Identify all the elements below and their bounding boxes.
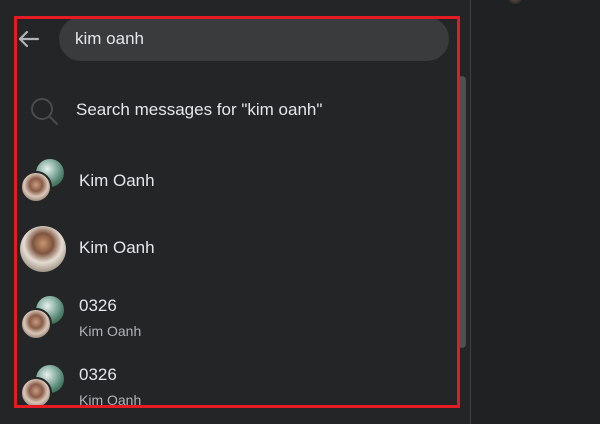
search-input[interactable] bbox=[75, 29, 449, 49]
avatar bbox=[20, 377, 52, 409]
result-name: 0326 bbox=[79, 296, 117, 315]
conversation-panel bbox=[471, 0, 600, 424]
result-name: Kim Oanh bbox=[79, 171, 155, 190]
arrow-left-icon bbox=[18, 30, 40, 48]
search-result-row[interactable]: Kim Oanh bbox=[16, 151, 456, 213]
result-subtitle: Kim Oanh bbox=[79, 323, 142, 339]
back-button[interactable] bbox=[14, 25, 44, 53]
scrollbar[interactable] bbox=[458, 76, 466, 348]
search-field[interactable] bbox=[59, 17, 449, 61]
list-clip bbox=[14, 408, 460, 424]
result-name: Kim Oanh bbox=[79, 238, 155, 257]
search-icon bbox=[31, 98, 58, 125]
avatar bbox=[20, 226, 66, 272]
search-result-row[interactable]: 0326 Kim Oanh bbox=[16, 288, 456, 350]
search-messages-option[interactable]: Search messages for "kim oanh" bbox=[16, 88, 456, 134]
search-messages-label: Search messages for "kim oanh" bbox=[76, 100, 323, 119]
search-result-row[interactable]: Kim Oanh bbox=[16, 218, 456, 280]
group-avatar bbox=[20, 157, 66, 203]
avatar bbox=[20, 171, 52, 203]
avatar bbox=[20, 308, 52, 340]
result-subtitle: Kim Oanh bbox=[79, 392, 142, 408]
result-name: 0326 bbox=[79, 365, 117, 384]
group-avatar bbox=[20, 294, 66, 340]
group-avatar bbox=[20, 363, 66, 409]
